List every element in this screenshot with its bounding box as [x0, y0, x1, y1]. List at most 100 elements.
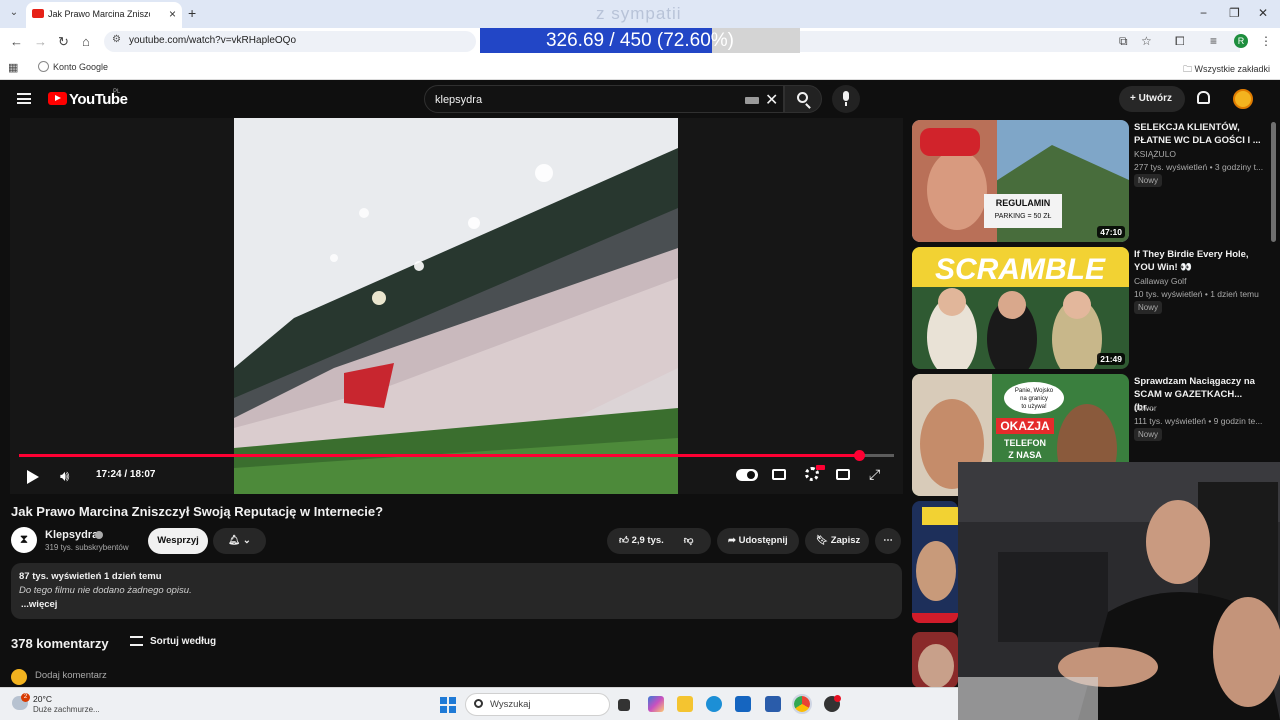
recommendation-channel[interactable]: KSIĄŻULO [1134, 149, 1176, 159]
theater-mode-icon[interactable] [836, 469, 850, 480]
recommendation-channel[interactable]: Callaway Golf [1134, 276, 1186, 286]
recommendation-meta: 10 tys. wyświetleń • 1 dzień temu [1134, 289, 1259, 299]
restore-icon[interactable]: ❐ [1229, 6, 1240, 20]
recommendation-thumbnail[interactable] [912, 501, 958, 623]
share-button[interactable]: ➦ Udostępnij [717, 528, 799, 554]
reload-icon[interactable]: ↻ [58, 34, 69, 50]
outlook-icon[interactable] [735, 696, 751, 712]
all-bookmarks[interactable]: 🗀 Wszystkie zakładki [1183, 62, 1270, 78]
add-comment-input[interactable]: Dodaj komentarz [35, 670, 107, 681]
file-explorer-icon[interactable] [677, 696, 693, 712]
video-frame-stadium[interactable] [234, 118, 678, 494]
new-badge: Nowy [1134, 428, 1163, 441]
minimize-icon[interactable]: − [1200, 6, 1207, 20]
copilot-icon[interactable] [648, 696, 664, 712]
bookmark-star-icon[interactable]: ☆ [1141, 34, 1152, 48]
autoplay-toggle[interactable] [736, 469, 758, 481]
thumbs-down-icon[interactable]: 👎︎ [684, 535, 694, 546]
clear-search-icon[interactable]: ✕ [765, 90, 778, 110]
notification-bell-dropdown[interactable]: 🔔︎ ⌄ [213, 528, 266, 554]
apps-grid-icon[interactable]: ▦ [8, 61, 18, 74]
bookmark-konto-google[interactable]: Konto Google [38, 61, 108, 72]
sort-icon[interactable] [130, 636, 143, 646]
site-info-icon[interactable]: ⚙ [112, 34, 121, 45]
chrome-icon[interactable] [792, 694, 812, 714]
search-button[interactable] [784, 85, 822, 113]
more-actions-icon[interactable]: ⋯ [875, 528, 901, 554]
back-icon[interactable]: ← [10, 34, 23, 49]
hd-badge-icon [816, 465, 825, 470]
sidebar-scrollbar[interactable] [1271, 122, 1276, 242]
search-icon [797, 92, 808, 103]
save-button[interactable]: 🔖︎ Zapisz [805, 528, 869, 554]
share-icon: ➦ [728, 535, 739, 546]
thumbnail-okazja-text: OKAZJA [1000, 419, 1050, 433]
stream-goal-bar: 326.69 / 450 (72.60%) [480, 28, 800, 53]
profile-avatar[interactable]: R [1234, 34, 1248, 48]
play-icon[interactable] [27, 470, 39, 484]
home-icon[interactable]: ⌂ [82, 34, 90, 49]
weather-description[interactable]: Duże zachmurze... [33, 705, 100, 714]
weather-temperature[interactable]: 20°C [33, 694, 52, 704]
omnibox-tail[interactable] [800, 31, 1240, 52]
recommendation-thumbnail[interactable]: SCRAMBLE 21:49 [912, 247, 1129, 369]
sort-button[interactable]: Sortuj według [150, 636, 216, 647]
recommendation-item[interactable]: REGULAMIN PARKING = 50 ZŁ 47:10 SELEKCJA… [912, 120, 1267, 242]
new-badge: Nowy [1134, 301, 1163, 314]
recommendation-title[interactable]: If They Birdie Every Hole, YOU Win! 👀 [1134, 248, 1264, 274]
search-input[interactable]: klepsydra ✕ [424, 85, 784, 113]
close-window-icon[interactable]: ✕ [1258, 6, 1268, 20]
account-avatar[interactable] [1233, 89, 1253, 109]
support-button[interactable]: Wesprzyj [148, 528, 208, 554]
recommendation-title[interactable]: SELEKCJA KLIENTÓW, PŁATNE WC DLA GOŚCI I… [1134, 121, 1264, 147]
chrome-menu-icon[interactable]: ⋮ [1260, 34, 1272, 48]
url-text[interactable]: youtube.com/watch?v=vkRHapleOQo [129, 35, 296, 46]
progress-scrubber[interactable] [854, 450, 865, 461]
reading-list-icon[interactable]: ≡ [1210, 34, 1217, 48]
recommendation-thumbnail[interactable]: REGULAMIN PARKING = 50 ZŁ 47:10 [912, 120, 1129, 242]
fullscreen-icon[interactable]: ⤢ [869, 466, 880, 483]
all-bookmarks-label: Wszystkie zakładki [1194, 64, 1270, 74]
windows-start-icon[interactable] [440, 697, 456, 713]
thumbnail-image [912, 632, 958, 688]
extensions-icon[interactable]: ⧠ [1175, 34, 1185, 49]
channel-avatar[interactable] [11, 527, 37, 553]
thumbnail-image [912, 501, 958, 623]
taskbar-search[interactable]: Wyszukaj [465, 693, 610, 716]
youtube-logo-icon[interactable] [48, 92, 67, 105]
create-button[interactable]: + Utwórz [1119, 86, 1185, 112]
description-box[interactable]: 87 tys. wyświetleń 1 dzień temu Do tego … [11, 563, 902, 619]
voice-search-icon[interactable] [832, 85, 860, 113]
store-icon[interactable] [765, 696, 781, 712]
like-button[interactable]: 👍︎ 2,9 tys. 👎︎ [607, 528, 711, 554]
youtube-header: YouTube PL klepsydra ✕ + Utwórz [0, 80, 1280, 118]
tab-title: Jak Prawo Marcina Zniszczył Swoją Reputa… [48, 9, 150, 19]
new-tab-icon[interactable]: + [188, 5, 196, 21]
edge-icon[interactable] [706, 696, 722, 712]
subtitles-icon[interactable] [772, 469, 786, 480]
thumbnail-image: SCRAMBLE [912, 247, 1129, 369]
recommendation-channel[interactable]: Jawor [1134, 403, 1157, 413]
tab-close-icon[interactable]: × [169, 7, 176, 21]
channel-name[interactable]: Klepsydra [45, 529, 98, 541]
search-value[interactable]: klepsydra [435, 94, 482, 106]
tab-search-chevron-icon[interactable]: ⌄ [6, 5, 22, 21]
recommendation-meta: 277 tys. wyświetleń • 3 godziny t... [1134, 162, 1264, 172]
omnibox[interactable]: ⚙ youtube.com/watch?v=vkRHapleOQo [104, 31, 476, 52]
thumbnail-image: REGULAMIN PARKING = 50 ZŁ [912, 120, 1129, 242]
guide-menu-icon[interactable] [17, 93, 31, 104]
notifications-bell-icon[interactable] [1197, 91, 1210, 104]
browser-tab-active[interactable]: Jak Prawo Marcina Zniszczył Swoją Reputa… [26, 2, 182, 28]
volume-icon[interactable]: 🔊︎ [60, 468, 69, 485]
thumbs-up-icon: 👍︎ [619, 535, 632, 546]
show-more-link[interactable]: ...więcej [21, 599, 57, 610]
recommendation-thumbnail[interactable] [912, 632, 958, 688]
keyboard-icon[interactable] [745, 97, 759, 104]
task-view-icon[interactable] [618, 699, 630, 711]
install-app-icon[interactable]: ⧉ [1119, 34, 1128, 49]
progress-bar[interactable] [19, 450, 894, 461]
like-count: 2,9 tys. [631, 535, 664, 546]
forward-icon[interactable]: → [34, 34, 47, 49]
video-player[interactable]: 🔊︎ 17:24 / 18:07 ⤢ [10, 118, 903, 494]
recommendation-item[interactable]: SCRAMBLE 21:49 If They Birdie Every Hole… [912, 247, 1267, 369]
